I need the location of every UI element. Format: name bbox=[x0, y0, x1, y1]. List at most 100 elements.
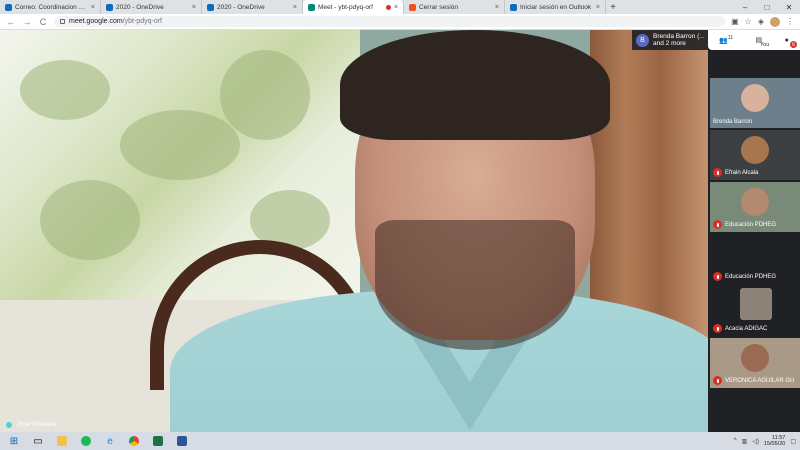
tab-label: Iniciar sesión en Outlook bbox=[520, 3, 592, 11]
participant-name: VERONICA AGUILAR GU bbox=[725, 377, 795, 384]
new-tab-button[interactable]: + bbox=[606, 0, 620, 14]
outlook-icon bbox=[510, 3, 517, 11]
menu-icon[interactable]: ⋮ bbox=[786, 17, 794, 26]
tab-onedrive-2[interactable]: 2020 - OneDrive × bbox=[202, 0, 303, 14]
reload-button[interactable]: C bbox=[38, 17, 48, 27]
close-icon[interactable]: × bbox=[394, 4, 398, 11]
spotify-icon[interactable] bbox=[76, 433, 96, 449]
windows-start-icon[interactable]: ⊞ bbox=[4, 433, 24, 449]
meet-panel-buttons: 👥11 ▤ ● bbox=[708, 30, 800, 50]
participant-avatar: B bbox=[636, 33, 649, 47]
speaker-hair bbox=[340, 30, 610, 140]
participant-label: VERONICA AGUILAR GU bbox=[713, 376, 794, 385]
file-explorer-icon[interactable] bbox=[52, 433, 72, 449]
close-window-button[interactable]: ✕ bbox=[778, 0, 800, 14]
microsoft-icon bbox=[409, 3, 416, 11]
participant-tile[interactable]: Efrain Alcala bbox=[710, 130, 800, 180]
maximize-button[interactable]: □ bbox=[756, 0, 778, 14]
meet-icon bbox=[308, 3, 315, 11]
participant-label: Brenda Barron bbox=[713, 119, 752, 125]
meet-area: Jose Montero B Brenda Barron (... and 2 … bbox=[0, 30, 800, 432]
speaker-name: Jose Montero bbox=[17, 421, 57, 428]
participant-label: Educación PDHEG bbox=[713, 272, 776, 281]
people-icon[interactable]: 👥11 bbox=[719, 35, 733, 44]
onedrive-icon bbox=[106, 3, 113, 11]
mic-off-icon bbox=[713, 376, 722, 385]
star-icon[interactable]: ☆ bbox=[745, 17, 752, 26]
task-view-icon[interactable]: ▭ bbox=[28, 433, 48, 449]
participant-tile[interactable]: Brenda Barron bbox=[710, 78, 800, 128]
participant-tiles: Brenda Barron Efrain Alcala Educación PD… bbox=[708, 50, 800, 432]
chevron-up-icon[interactable]: ^ bbox=[734, 438, 737, 444]
close-icon[interactable]: × bbox=[495, 4, 499, 11]
tab-label: Cerrar sesión bbox=[419, 3, 459, 11]
tab-label: 2020 - OneDrive bbox=[116, 3, 164, 11]
participant-label: Efrain Alcala bbox=[713, 168, 758, 177]
join-line-1: Brenda Barron (... bbox=[653, 32, 705, 40]
chrome-icon[interactable] bbox=[124, 433, 144, 449]
forward-button[interactable]: → bbox=[22, 17, 32, 27]
mic-off-icon bbox=[713, 272, 722, 281]
url-path: /ybt-pdyq-orf bbox=[122, 18, 162, 25]
mic-off-icon bbox=[713, 168, 722, 177]
tab-correo[interactable]: Correo: Coordinacion de Educació × bbox=[0, 0, 101, 14]
system-tray: ^ ▥ ◁) 11:57 15/05/20 ▢ bbox=[734, 435, 796, 448]
participant-label: Educación PDHEG bbox=[713, 220, 776, 229]
camera-icon[interactable]: ▣ bbox=[731, 17, 739, 26]
foliage bbox=[120, 110, 240, 180]
browser-tab-strip: Correo: Coordinacion de Educació × 2020 … bbox=[0, 0, 800, 14]
notification-badge: 6 bbox=[790, 41, 797, 48]
main-speaker-video: Jose Montero bbox=[0, 30, 708, 432]
back-button[interactable]: ← bbox=[6, 17, 16, 27]
clock-date: 15/05/20 bbox=[763, 441, 786, 447]
participant-face bbox=[741, 136, 769, 164]
tab-meet[interactable]: Meet - ybt-pdyq-orf × bbox=[303, 0, 404, 14]
participant-name: Efrain Alcala bbox=[725, 169, 759, 176]
mic-off-icon bbox=[713, 324, 722, 333]
tab-label: 2020 - OneDrive bbox=[217, 3, 265, 11]
people-count: 11 bbox=[727, 35, 734, 42]
participant-tile[interactable]: Acacia ADIGAC bbox=[710, 286, 800, 336]
close-icon[interactable]: × bbox=[596, 4, 600, 11]
clock[interactable]: 11:57 15/05/20 bbox=[764, 435, 785, 448]
onedrive-icon bbox=[207, 3, 214, 11]
tab-onedrive-1[interactable]: 2020 - OneDrive × bbox=[101, 0, 202, 14]
toolbar-icons: ▣ ☆ ◈ ⋮ bbox=[731, 16, 794, 27]
browser-toolbar: ← → C meet.google.com/ybt-pdyq-orf ▣ ☆ ◈… bbox=[0, 14, 800, 30]
window-controls: – □ ✕ bbox=[734, 0, 800, 14]
close-icon[interactable]: × bbox=[293, 4, 297, 11]
volume-icon[interactable]: ◁) bbox=[752, 438, 759, 445]
close-icon[interactable]: × bbox=[91, 4, 95, 11]
participant-face bbox=[741, 188, 769, 216]
close-icon[interactable]: × bbox=[192, 4, 196, 11]
tab-label: Correo: Coordinacion de Educació bbox=[15, 3, 88, 11]
excel-icon[interactable] bbox=[148, 433, 168, 449]
participant-label: Acacia ADIGAC bbox=[713, 324, 767, 333]
you-label: You bbox=[760, 42, 770, 48]
participant-face bbox=[741, 84, 769, 112]
address-bar[interactable]: meet.google.com/ybt-pdyq-orf bbox=[54, 16, 726, 27]
mic-off-icon bbox=[713, 220, 722, 229]
participant-name: Brenda Barron bbox=[713, 119, 753, 125]
tab-outlook-login[interactable]: Iniciar sesión en Outlook × bbox=[505, 0, 606, 14]
participant-name: Educación PDHEG bbox=[725, 221, 777, 228]
participant-tile[interactable]: Educación PDHEG bbox=[710, 234, 800, 284]
participant-tile[interactable]: Educación PDHEG bbox=[710, 182, 800, 232]
url-host: meet.google.com bbox=[69, 18, 123, 25]
network-icon[interactable]: ▥ bbox=[742, 438, 748, 445]
participant-name: Educación PDHEG bbox=[725, 273, 777, 280]
minimize-button[interactable]: – bbox=[734, 0, 756, 14]
extensions-icon[interactable]: ◈ bbox=[758, 17, 764, 26]
tab-cerrar-sesion[interactable]: Cerrar sesión × bbox=[404, 0, 505, 14]
foliage bbox=[220, 50, 310, 140]
lock-icon bbox=[60, 19, 65, 24]
notifications-icon[interactable]: ▢ bbox=[790, 438, 796, 445]
profile-avatar[interactable] bbox=[770, 16, 780, 27]
participant-tile[interactable]: VERONICA AGUILAR GU bbox=[710, 338, 800, 388]
word-icon[interactable] bbox=[172, 433, 192, 449]
self-avatar[interactable]: ● bbox=[785, 37, 789, 44]
edge-icon[interactable]: e bbox=[100, 433, 120, 449]
foliage bbox=[40, 180, 140, 260]
tab-label: Meet - ybt-pdyq-orf bbox=[318, 3, 373, 11]
participant-face bbox=[741, 344, 769, 372]
